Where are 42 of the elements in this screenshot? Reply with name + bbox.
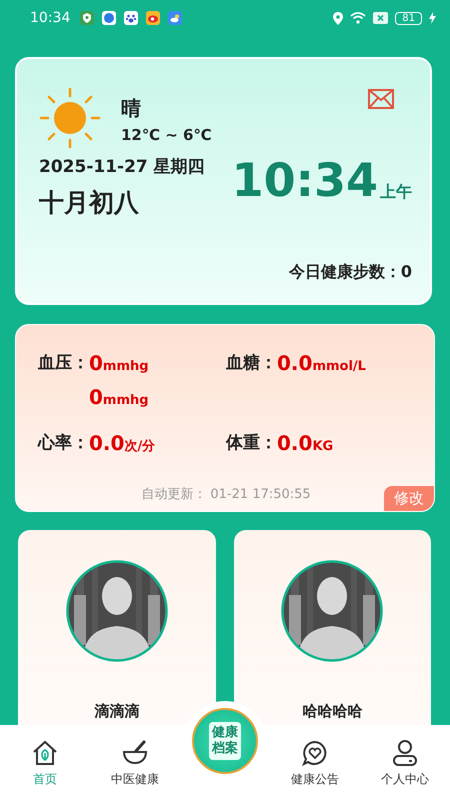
metric-label: 心率： — [38, 432, 89, 454]
temperature-range: 12℃ ~ 6℃ — [121, 126, 212, 144]
mortar-icon — [121, 739, 149, 767]
metric-label: 血糖： — [226, 352, 277, 374]
clock-time: 10:34 — [232, 157, 378, 203]
browser-app-icon — [102, 11, 116, 25]
update-time: 自动更新： 01-21 17:50:55 — [141, 487, 311, 502]
steps-label: 今日健康步数： — [288, 262, 401, 283]
lunar-date: 十月初八 — [39, 187, 140, 219]
date-text: 2025-11-27 星期四 — [39, 156, 205, 178]
metric-value: 0mmhg — [89, 385, 149, 411]
member-name: 滴滴滴 — [94, 702, 140, 721]
paw-app-icon — [124, 11, 138, 25]
clock-period: 上午 — [380, 182, 412, 203]
heart-chat-icon — [301, 739, 329, 767]
nav-tab[interactable]: 个人中心 — [360, 739, 450, 788]
weather-condition: 晴 — [121, 95, 142, 122]
charging-icon — [429, 12, 436, 24]
status-time: 10:34 — [30, 10, 70, 26]
metric-label: 体重： — [226, 432, 277, 454]
nav-tab[interactable]: 中医健康 — [90, 739, 180, 788]
person-icon — [391, 739, 419, 767]
member-card[interactable]: 滴滴滴 — [18, 530, 216, 725]
no-sim-icon — [373, 12, 388, 24]
cloud-app-icon — [168, 11, 182, 25]
sun-icon — [39, 87, 101, 149]
metric-value: 0.0次/分 — [89, 431, 156, 457]
mail-icon[interactable] — [368, 89, 394, 109]
metric-label: 血压： — [38, 352, 89, 374]
home-icon — [31, 739, 59, 767]
eye-app-icon — [146, 11, 160, 25]
wifi-icon — [350, 12, 366, 24]
member-name: 哈哈哈哈 — [302, 702, 362, 721]
location-icon — [333, 12, 344, 24]
battery-level: 81 — [395, 12, 422, 24]
member-card[interactable]: 哈哈哈哈 — [234, 530, 431, 725]
nav-tab[interactable]: 健康公告 — [270, 739, 360, 788]
metric-value: 0.0KG — [277, 431, 334, 457]
shield-app-icon — [80, 11, 94, 25]
metric-value: 0.0mmol/L — [277, 351, 366, 377]
metric-value: 0mmhg — [89, 351, 149, 377]
steps-count: 0 — [400, 262, 412, 283]
